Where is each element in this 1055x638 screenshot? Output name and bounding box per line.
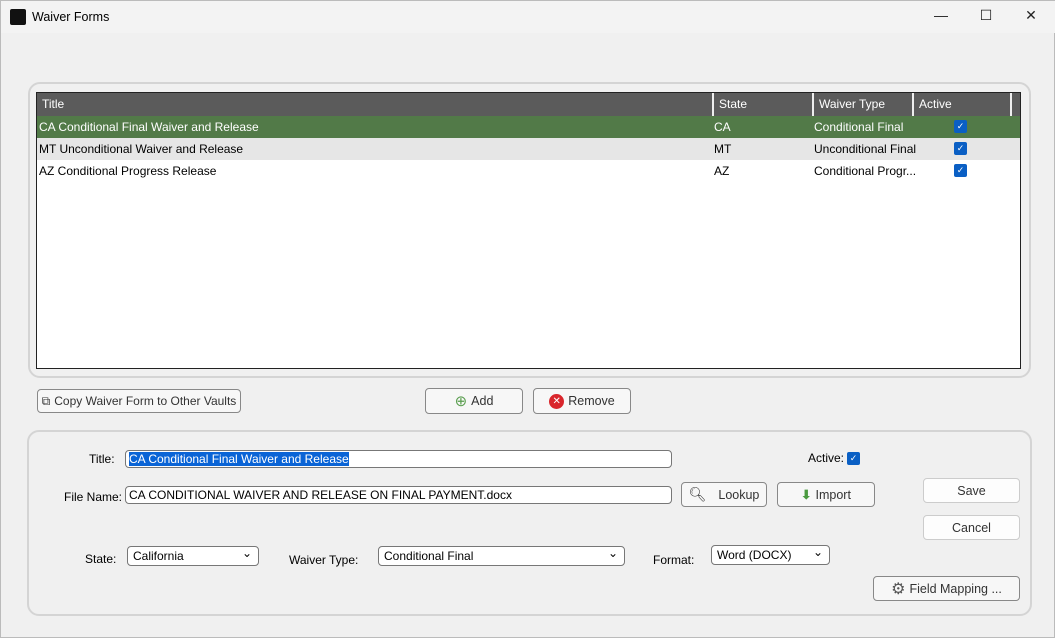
lookup-button[interactable]: 🔍︎ Lookup	[681, 482, 767, 507]
cell-waiver-type: Unconditional Final	[814, 142, 917, 156]
minimize-button[interactable]: —	[931, 7, 951, 27]
format-select[interactable]: Word (DOCX)	[711, 543, 830, 565]
cell-waiver-type: Conditional Progr...	[814, 164, 917, 178]
table-row[interactable]: CA Conditional Final Waiver and Release …	[37, 116, 1020, 138]
copy-icon: ⧉	[41, 393, 51, 408]
active-label: Active:	[808, 451, 845, 465]
save-button[interactable]: Save	[923, 478, 1020, 503]
table-row[interactable]: AZ Conditional Progress Release AZ Condi…	[37, 160, 1020, 182]
cell-state: AZ	[714, 164, 730, 178]
field-mapping-button[interactable]: ⚙ Field Mapping ...	[873, 576, 1020, 601]
cell-waiver-type: Conditional Final	[814, 120, 904, 134]
remove-button[interactable]: ✕ Remove	[533, 388, 631, 414]
search-icon: 🔍︎	[688, 486, 707, 502]
maximize-button[interactable]: ☐	[976, 7, 996, 27]
cancel-button[interactable]: Cancel	[923, 515, 1020, 540]
window-title: Waiver Forms	[32, 10, 110, 24]
add-icon: ⊕	[454, 393, 468, 410]
close-button[interactable]: ✕	[1021, 7, 1041, 27]
waiver-type-select[interactable]: Conditional Final	[378, 544, 625, 566]
gear-icon: ⚙	[891, 580, 906, 598]
title-label: Title:	[89, 452, 115, 466]
copy-to-vaults-button[interactable]: ⧉ Copy Waiver Form to Other Vaults	[37, 389, 241, 413]
cell-title: CA Conditional Final Waiver and Release	[39, 120, 259, 134]
waiver-forms-table[interactable]: Title State Waiver Type Active CA Condit…	[36, 92, 1021, 369]
state-label: State:	[85, 552, 117, 566]
download-icon: ⬇	[801, 488, 812, 502]
cell-title: AZ Conditional Progress Release	[39, 164, 217, 178]
column-header-title[interactable]: Title	[37, 93, 712, 116]
add-button[interactable]: ⊕ Add	[425, 388, 523, 414]
column-header-state[interactable]: State	[712, 93, 812, 116]
active-checkbox[interactable]: ✓	[954, 120, 967, 133]
title-input[interactable]: CA Conditional Final Waiver and Release	[125, 450, 672, 468]
import-button[interactable]: ⬇ Import	[777, 482, 875, 507]
cell-state: MT	[714, 142, 732, 156]
cell-state: CA	[714, 120, 731, 134]
app-icon	[10, 9, 26, 25]
active-checkbox[interactable]: ✓	[954, 164, 967, 177]
state-select[interactable]: California	[127, 544, 259, 566]
table-row[interactable]: MT Unconditional Waiver and Release MT U…	[37, 138, 1020, 160]
column-header-waiver-type[interactable]: Waiver Type	[812, 93, 912, 116]
file-name-input[interactable]: CA CONDITIONAL WAIVER AND RELEASE ON FIN…	[125, 486, 672, 504]
cell-title: MT Unconditional Waiver and Release	[39, 142, 244, 156]
remove-icon: ✕	[549, 393, 565, 409]
column-header-active[interactable]: Active	[912, 93, 1012, 116]
active-checkbox[interactable]: ✓	[954, 142, 967, 155]
file-name-label: File Name:	[64, 490, 123, 504]
title-bar: Waiver Forms — ☐ ✕	[1, 1, 1055, 33]
waiver-type-label: Waiver Type:	[289, 553, 359, 567]
table-header: Title State Waiver Type Active	[37, 93, 1020, 116]
active-checkbox[interactable]: ✓	[847, 452, 860, 465]
format-label: Format:	[653, 553, 695, 567]
